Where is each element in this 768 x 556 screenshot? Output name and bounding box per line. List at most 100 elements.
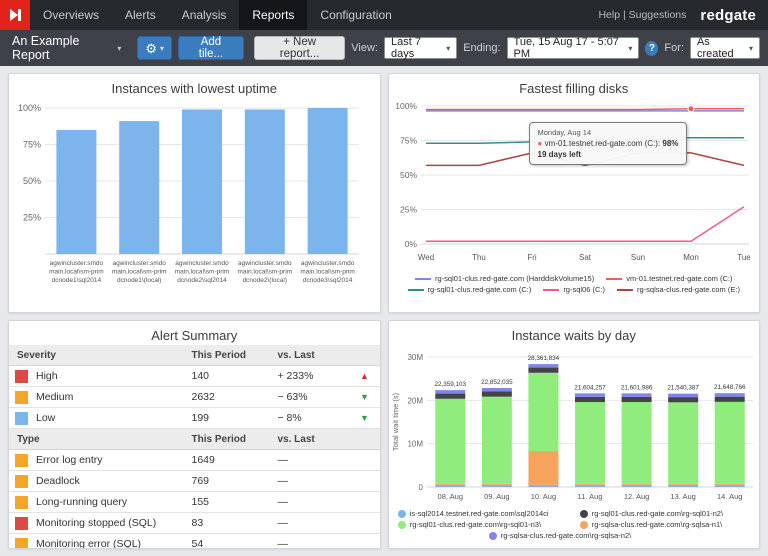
toolbar-right: View: Last 7 days ▾ Ending: Tue, 15 Aug … <box>351 37 760 59</box>
for-select[interactable]: As created ▾ <box>690 37 760 59</box>
svg-text:21,604,257: 21,604,257 <box>574 384 606 391</box>
svg-text:0%: 0% <box>404 239 417 249</box>
alert-row-monitoring-stopped-sql[interactable]: Monitoring stopped (SQL)83— <box>9 513 380 534</box>
svg-text:dcnode2\sql2014: dcnode2\sql2014 <box>177 277 227 284</box>
top-nav: Overviews Alerts Analysis Reports Config… <box>0 0 768 30</box>
legend-label: vm-01.testnet.red-gate.com (C:) <box>626 274 732 283</box>
nav-configuration[interactable]: Configuration <box>307 0 404 30</box>
svg-text:100%: 100% <box>18 103 41 113</box>
svg-text:10M: 10M <box>407 440 423 449</box>
legend-item[interactable]: rg-sql06 (C:) <box>543 285 605 294</box>
legend-item[interactable]: rg-sql01-clus.red-gate.com (HarddiskVolu… <box>415 274 594 283</box>
svg-text:21,648,766: 21,648,766 <box>713 384 745 391</box>
alert-row-long-running-query[interactable]: Long-running query155— <box>9 492 380 513</box>
tooltip-series-line: ● vm-01.testnet.red-gate.com (C:): 98% <box>538 139 679 148</box>
tile-instance-waits: Instance waits by day 010M20M30MTotal wa… <box>388 320 761 549</box>
svg-text:75%: 75% <box>23 140 41 150</box>
legend-item[interactable]: rg-sqlsa-clus.red-gate.com (E:) <box>617 285 740 294</box>
nav-analysis[interactable]: Analysis <box>169 0 240 30</box>
svg-text:dcnode3\sql2014: dcnode3\sql2014 <box>303 277 353 284</box>
nav-overviews[interactable]: Overviews <box>30 0 112 30</box>
chevron-down-icon: ▾ <box>117 44 121 53</box>
redgate-logo-icon[interactable] <box>0 0 30 30</box>
svg-text:50%: 50% <box>23 176 41 186</box>
tooltip-series-label: vm-01.testnet.red-gate.com (C:): <box>545 139 661 148</box>
logo-glyph-icon <box>7 7 23 23</box>
svg-text:Sun: Sun <box>630 253 644 262</box>
svg-text:Thu: Thu <box>472 253 486 262</box>
svg-text:22,852,035: 22,852,035 <box>481 379 513 386</box>
legend-item[interactable]: rg-sql01-clus.red-gate.com\rg-sql01-n2\ <box>580 509 750 518</box>
svg-text:agwincluster.smdo: agwincluster.smdo <box>238 260 292 267</box>
svg-text:50%: 50% <box>399 170 416 180</box>
svg-text:21,540,387: 21,540,387 <box>667 385 699 392</box>
legend-dot-swatch <box>398 521 406 529</box>
waits-stacked-bar-chart: 010M20M30MTotal wait time (s)22,359,1030… <box>389 345 760 508</box>
redgate-wordmark: redgate <box>700 7 756 24</box>
svg-text:agwincluster.smdo: agwincluster.smdo <box>175 260 229 267</box>
report-selector[interactable]: An Example Report ▾ <box>8 34 131 62</box>
trend-up-icon: ▲ <box>360 371 369 381</box>
waits-legend: is-sql2014.testnet.red-gate.com\sql2014c… <box>389 508 760 541</box>
legend-label: rg-sql01-clus.red-gate.com (HarddiskVolu… <box>435 274 594 283</box>
nav-reports[interactable]: Reports <box>239 0 307 30</box>
legend-item[interactable]: rg-sqlsa-clus.red-gate.com\rg-sqlsa-n1\ <box>580 520 750 529</box>
for-select-value: As created <box>697 36 741 60</box>
help-suggestions-link[interactable]: Help | Suggestions <box>598 9 686 21</box>
svg-text:agwincluster.smdo: agwincluster.smdo <box>50 260 104 267</box>
alert-row-high[interactable]: High140+ 233%▲ <box>9 366 380 387</box>
alert-row-monitoring-error-sql[interactable]: Monitoring error (SQL)54— <box>9 534 380 549</box>
severity-swatch <box>15 475 28 488</box>
report-grid: Instances with lowest uptime 25%50%75%10… <box>0 66 768 556</box>
alert-row-deadlock[interactable]: Deadlock769— <box>9 471 380 492</box>
legend-label: rg-sql06 (C:) <box>563 285 605 294</box>
svg-text:Tue: Tue <box>737 253 751 262</box>
legend-dot-swatch <box>489 532 497 540</box>
legend-label: rg-sql01-clus.red-gate.com\rg-sql01-n2\ <box>592 509 723 518</box>
legend-item[interactable]: rg-sql01-clus.red-gate.com\rg-sql01-n3\ <box>398 520 568 529</box>
legend-line-swatch <box>617 289 633 291</box>
legend-line-swatch <box>408 289 424 291</box>
add-tile-button[interactable]: Add tile... <box>178 36 244 60</box>
svg-text:13. Aug: 13. Aug <box>670 492 695 501</box>
help-icon[interactable]: ? <box>645 41 658 56</box>
legend-dot-swatch <box>580 510 588 518</box>
main-nav: Overviews Alerts Analysis Reports Config… <box>30 0 405 30</box>
new-report-button[interactable]: + New report... <box>254 36 345 60</box>
tooltip-bullet-icon: ● <box>538 139 543 148</box>
ending-select[interactable]: Tue, 15 Aug 17 - 5:07 PM ▾ <box>507 37 640 59</box>
svg-text:11. Aug: 11. Aug <box>577 492 602 501</box>
legend-line-swatch <box>415 278 431 280</box>
svg-text:20M: 20M <box>407 396 423 405</box>
alert-table-header: SeverityThis Periodvs. Last <box>9 345 380 366</box>
svg-text:Fri: Fri <box>527 253 537 262</box>
tooltip-note: 19 days left <box>538 150 679 159</box>
view-select[interactable]: Last 7 days ▾ <box>384 37 457 59</box>
nav-alerts[interactable]: Alerts <box>112 0 169 30</box>
legend-item[interactable]: rg-sql01-clus.red-gate.com (C:) <box>408 285 532 294</box>
chevron-down-icon: ▾ <box>446 44 450 53</box>
trend-down-icon: ▼ <box>360 392 369 402</box>
legend-label: rg-sqlsa-clus.red-gate.com\rg-sqlsa-n1\ <box>592 520 722 529</box>
alert-row-low[interactable]: Low199− 8%▼ <box>9 408 380 429</box>
svg-text:main.local\sm-prim: main.local\sm-prim <box>49 269 104 276</box>
legend-item[interactable]: rg-sqlsa-clus.red-gate.com\rg-sqlsa-n2\ <box>489 531 659 540</box>
legend-item[interactable]: vm-01.testnet.red-gate.com (C:) <box>606 274 732 283</box>
alert-row-error-log-entry[interactable]: Error log entry1649— <box>9 450 380 471</box>
gear-icon: ⚙ <box>145 42 157 55</box>
severity-swatch <box>15 412 28 425</box>
topnav-right: Help | Suggestions redgate <box>598 0 768 30</box>
legend-item[interactable]: is-sql2014.testnet.red-gate.com\sql2014c… <box>398 509 568 518</box>
legend-label: rg-sql01-clus.red-gate.com\rg-sql01-n3\ <box>410 520 541 529</box>
report-settings-button[interactable]: ⚙ ▾ <box>137 36 172 60</box>
legend-dot-swatch <box>398 510 406 518</box>
svg-text:main.local\sm-prim: main.local\sm-prim <box>175 269 230 276</box>
alert-row-medium[interactable]: Medium2632− 63%▼ <box>9 387 380 408</box>
app-root: Overviews Alerts Analysis Reports Config… <box>0 0 768 556</box>
svg-text:Total wait time (s): Total wait time (s) <box>391 392 400 451</box>
severity-swatch <box>15 517 28 530</box>
uptime-bar-chart: 25%50%75%100%agwincluster.smdomain.local… <box>9 98 380 307</box>
alert-table-header: TypeThis Periodvs. Last <box>9 429 380 450</box>
svg-text:agwincluster.smdo: agwincluster.smdo <box>112 260 166 267</box>
severity-swatch <box>15 454 28 467</box>
